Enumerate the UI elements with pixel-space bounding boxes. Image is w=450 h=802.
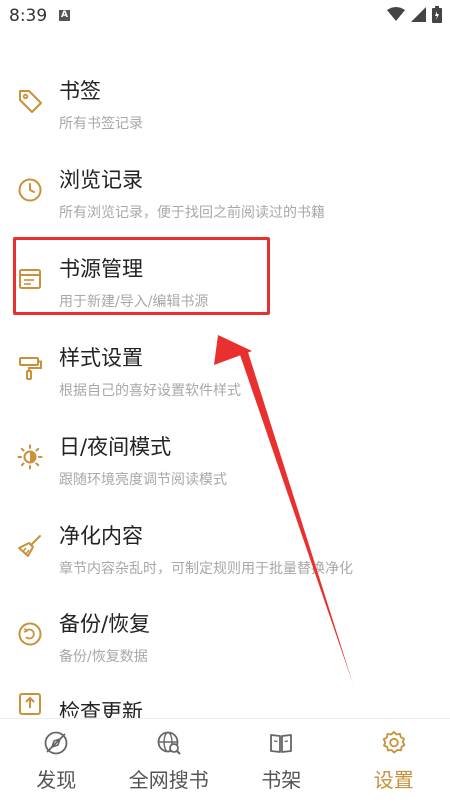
- upload-icon: [16, 690, 44, 718]
- menu-item-subtitle: 章节内容杂乱时，可制定规则用于批量替换净化: [59, 558, 353, 578]
- menu-item-title: 备份/恢复: [59, 608, 150, 638]
- menu-item-subtitle: 所有书签记录: [59, 113, 143, 133]
- paint-roller-icon: [16, 354, 44, 382]
- menu-item-subtitle: 备份/恢复数据: [59, 646, 148, 666]
- nav-discover[interactable]: 发现: [0, 719, 113, 802]
- menu-item-subtitle: 跟随环境亮度调节阅读模式: [59, 469, 227, 489]
- nav-label: 发现: [0, 764, 113, 793]
- menu-item-title: 日/夜间模式: [59, 431, 171, 461]
- gear-icon: [381, 730, 407, 756]
- nav-label: 全网搜书: [113, 764, 226, 793]
- menu-item-subtitle: 根据自己的喜好设置软件样式: [59, 380, 241, 400]
- sun-moon-icon: [16, 443, 44, 471]
- compass-icon: [43, 730, 69, 756]
- nav-settings[interactable]: 设置: [338, 719, 450, 802]
- nav-search-all[interactable]: 全网搜书: [113, 719, 226, 802]
- nav-label: 书架: [225, 764, 338, 793]
- menu-item-title: 样式设置: [59, 342, 143, 372]
- globe-search-icon: [156, 730, 182, 756]
- menu-item-backup-restore[interactable]: 备份/恢复 备份/恢复数据: [0, 608, 450, 696]
- nav-label: 设置: [338, 764, 450, 793]
- menu-item-title: 书签: [59, 75, 101, 105]
- notification-icon: A: [59, 10, 70, 21]
- menu-item-title: 净化内容: [59, 520, 143, 550]
- status-icons: [387, 6, 442, 23]
- bookmark-tag-icon: [16, 87, 44, 115]
- menu-item-title: 浏览记录: [59, 164, 143, 194]
- menu-item-subtitle: 所有浏览记录，便于找回之前阅读过的书籍: [59, 202, 325, 222]
- menu-item-style-settings[interactable]: 样式设置 根据自己的喜好设置软件样式: [0, 342, 450, 430]
- menu-item-bookmarks[interactable]: 书签 所有书签记录: [0, 75, 450, 163]
- highlight-box: [13, 237, 270, 315]
- status-time: 8:39: [9, 6, 47, 26]
- battery-icon: [432, 6, 442, 23]
- signal-icon: [411, 7, 426, 22]
- wifi-icon: [387, 7, 405, 22]
- broom-icon: [16, 532, 44, 560]
- clock-icon: [16, 176, 44, 204]
- nav-bookshelf[interactable]: 书架: [225, 719, 338, 802]
- status-bar: 8:39 A: [0, 0, 450, 34]
- restore-icon: [16, 620, 44, 648]
- open-book-icon: [268, 730, 294, 756]
- menu-item-day-night[interactable]: 日/夜间模式 跟随环境亮度调节阅读模式: [0, 431, 450, 519]
- bottom-nav: 发现 全网搜书 书架 设置: [0, 718, 450, 802]
- menu-item-purify-content[interactable]: 净化内容 章节内容杂乱时，可制定规则用于批量替换净化: [0, 520, 450, 608]
